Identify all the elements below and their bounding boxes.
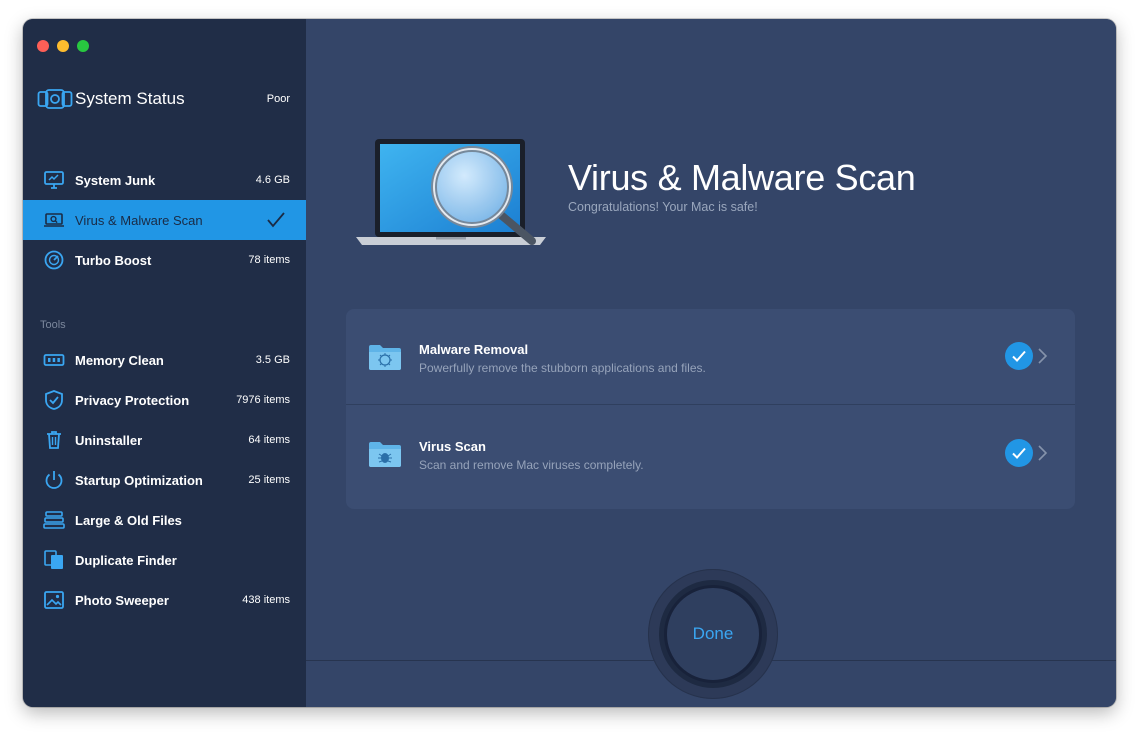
- page-subtitle: Congratulations! Your Mac is safe!: [568, 200, 758, 214]
- window-controls: [37, 40, 89, 52]
- close-window-button[interactable]: [37, 40, 49, 52]
- sidebar-item-startup-optimization[interactable]: Startup Optimization 25 items: [23, 460, 306, 500]
- result-description: Powerfully remove the stubborn applicati…: [419, 361, 706, 375]
- page-title: Virus & Malware Scan: [568, 157, 916, 198]
- sidebar-item-meta: 64 items: [248, 434, 290, 446]
- checkmark-icon: [267, 212, 285, 228]
- sidebar-item-virus-malware-scan[interactable]: Virus & Malware Scan: [23, 200, 306, 240]
- sidebar-item-label: Duplicate Finder: [75, 552, 177, 568]
- sidebar-item-meta: 4.6 GB: [255, 174, 290, 186]
- sidebar-item-label: Memory Clean: [75, 352, 164, 368]
- chevron-right-icon[interactable]: [1037, 444, 1049, 462]
- system-status-icon: [37, 89, 73, 109]
- power-icon: [45, 471, 63, 489]
- tools-section-label: Tools: [40, 319, 66, 331]
- main-content: Virus & Malware Scan Congratulations! Yo…: [306, 19, 1116, 707]
- laptop-scan-icon: [44, 213, 64, 227]
- sidebar-item-label: Uninstaller: [75, 432, 143, 448]
- sidebar-item-uninstaller[interactable]: Uninstaller 64 items: [23, 420, 306, 460]
- sidebar-item-label: System Junk: [75, 172, 156, 188]
- sidebar-item-label: Large & Old Files: [75, 512, 182, 528]
- result-title: Malware Removal: [419, 342, 529, 357]
- sidebar-item-duplicate-finder[interactable]: Duplicate Finder: [23, 540, 306, 580]
- zoom-window-button[interactable]: [77, 40, 89, 52]
- system-status-value: Poor: [266, 93, 290, 105]
- sidebar-item-meta: 7976 items: [236, 394, 290, 406]
- sidebar-item-photo-sweeper[interactable]: Photo Sweeper 438 items: [23, 580, 306, 620]
- app-window: System Status Poor System Junk 4.6 GB Vi…: [23, 19, 1116, 707]
- sidebar-item-label: Startup Optimization: [75, 472, 203, 488]
- minimize-window-button[interactable]: [57, 40, 69, 52]
- folder-bug-icon: [369, 442, 401, 467]
- result-row-malware-removal[interactable]: Malware Removal Powerfully remove the st…: [346, 309, 1075, 404]
- sidebar-item-meta: 25 items: [248, 474, 290, 486]
- duplicate-icon: [44, 550, 63, 569]
- sidebar-item-meta: 438 items: [242, 594, 290, 606]
- check-circle-icon: [1005, 439, 1033, 467]
- result-description: Scan and remove Mac viruses completely.: [419, 458, 644, 472]
- sidebar-item-privacy-protection[interactable]: Privacy Protection 7976 items: [23, 380, 306, 420]
- sidebar-item-memory-clean[interactable]: Memory Clean 3.5 GB: [23, 340, 306, 380]
- sidebar-item-label: Turbo Boost: [75, 252, 152, 268]
- monitor-icon: [44, 171, 64, 189]
- shield-icon: [45, 390, 63, 410]
- sidebar-item-system-junk[interactable]: System Junk 4.6 GB: [23, 160, 306, 200]
- sidebar-item-meta: 78 items: [248, 254, 290, 266]
- photo-icon: [44, 591, 64, 609]
- sidebar: System Status Poor System Junk 4.6 GB Vi…: [23, 19, 306, 707]
- sidebar-item-label: Virus & Malware Scan: [75, 212, 203, 228]
- row-divider: [346, 404, 1075, 405]
- sidebar-item-label: Privacy Protection: [75, 392, 190, 408]
- done-button[interactable]: Done: [664, 585, 762, 683]
- system-status-row[interactable]: System Status Poor: [37, 87, 290, 111]
- system-status-title: System Status: [75, 89, 185, 108]
- result-title: Virus Scan: [419, 439, 486, 454]
- trash-icon: [47, 431, 61, 449]
- chevron-right-icon[interactable]: [1037, 347, 1049, 365]
- sidebar-item-turbo-boost[interactable]: Turbo Boost 78 items: [23, 240, 306, 280]
- results-panel: Malware Removal Powerfully remove the st…: [346, 309, 1075, 509]
- laptop-magnifier-icon: [356, 139, 546, 245]
- sidebar-item-meta: 3.5 GB: [255, 354, 290, 366]
- sidebar-item-label: Photo Sweeper: [75, 592, 169, 608]
- folder-virus-icon: [369, 345, 401, 370]
- speedometer-icon: [44, 250, 64, 270]
- result-row-virus-scan[interactable]: Virus Scan Scan and remove Mac viruses c…: [346, 406, 1075, 501]
- check-circle-icon: [1005, 342, 1033, 370]
- stack-icon: [43, 511, 65, 529]
- sidebar-item-large-old-files[interactable]: Large & Old Files: [23, 500, 306, 540]
- memory-chip-icon: [43, 354, 65, 366]
